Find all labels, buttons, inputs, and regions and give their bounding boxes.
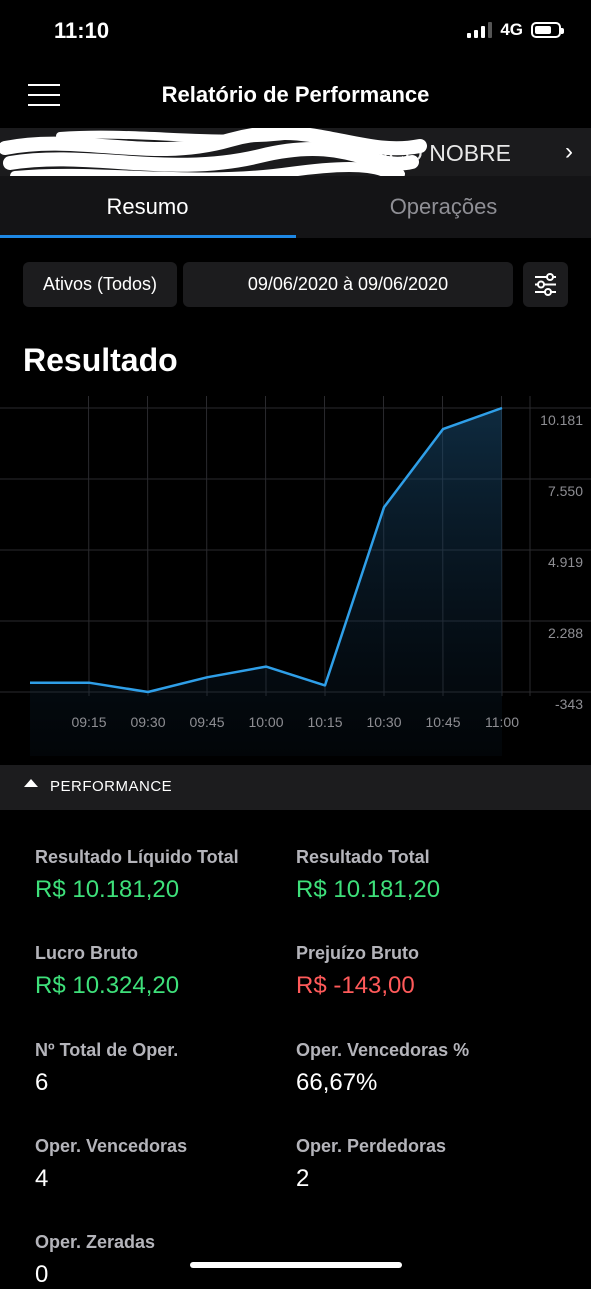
y-tick-label: 4.919 [548, 554, 583, 570]
stat-value: R$ 10.181,20 [35, 876, 180, 903]
stat-value: R$ -143,00 [296, 972, 415, 999]
section-title: Resultado [23, 342, 178, 378]
status-time: 11:10 [54, 18, 110, 43]
stat-label: Resultado Líquido Total [35, 847, 239, 867]
stat-label: Prejuízo Bruto [296, 943, 420, 963]
x-tick-label: 09:45 [189, 714, 224, 730]
grid-line-vertical [324, 396, 326, 697]
x-tick-label: 11:00 [485, 714, 519, 730]
sliders-icon [535, 273, 556, 296]
x-tick-label: 10:00 [248, 714, 283, 730]
stat-label: Nº Total de Oper. [35, 1040, 179, 1060]
stat-label: Resultado Total [296, 847, 430, 867]
signal-icon [467, 22, 493, 38]
status-icons: 4G [467, 20, 564, 40]
x-tick-label: 10:30 [366, 714, 401, 730]
network-type: 4G [500, 20, 523, 39]
y-tick-label: -343 [555, 696, 583, 712]
caret-up-icon [24, 779, 38, 787]
grid-line-vertical [147, 396, 149, 697]
stat-value: 66,67% [296, 1069, 378, 1096]
filter-settings-button[interactable] [523, 262, 568, 307]
active-tab-indicator [0, 235, 296, 238]
stat-value: R$ 10.181,20 [296, 876, 441, 903]
stat-value: R$ 10.324,20 [35, 972, 180, 999]
y-tick-label: 7.550 [548, 483, 583, 499]
y-tick-label: 10.181 [540, 412, 583, 428]
x-tick-label: 10:15 [307, 714, 342, 730]
x-tick-label: 10:45 [425, 714, 460, 730]
stat-value: 2 [296, 1165, 310, 1192]
stat-value: 0 [35, 1261, 49, 1288]
asset-filter-button[interactable]: Ativos (Todos) [23, 262, 177, 307]
stat-label: Oper. Zeradas [35, 1232, 156, 1252]
performance-label: PERFORMANCE [50, 778, 173, 795]
tab-resumo[interactable]: Resumo [0, 176, 295, 238]
stat-value: 4 [35, 1165, 49, 1192]
x-tick-label: 09:30 [130, 714, 165, 730]
y-tick-label: 2.288 [548, 625, 583, 641]
grid-line-vertical [206, 396, 208, 697]
stat-label: Lucro Bruto [35, 943, 138, 963]
stat-value: 6 [35, 1069, 49, 1096]
grid-line-vertical [88, 396, 90, 697]
home-indicator [190, 1262, 402, 1268]
performance-section-toggle[interactable]: PERFORMANCE [0, 765, 591, 810]
stat-label: Oper. Vencedoras [35, 1136, 188, 1156]
date-range-button[interactable]: 09/06/2020 à 09/06/2020 [183, 262, 513, 307]
tab-operacoes[interactable]: Operações [296, 176, 591, 238]
battery-icon [531, 22, 564, 38]
account-selector[interactable]: NCO NOBRE › [0, 128, 591, 183]
chevron-right-icon: › [565, 138, 573, 165]
stat-label: Oper. Vencedoras % [296, 1040, 470, 1060]
stat-label: Oper. Perdedoras [296, 1136, 447, 1156]
tab-bar: Resumo Operações [0, 176, 591, 238]
result-chart: 10.181 7.550 4.919 2.288 -343 09:15 09:30 09:4… [0, 396, 591, 756]
grid-line-vertical [265, 396, 267, 697]
x-tick-label: 09:15 [71, 714, 106, 730]
page-title: Relatório de Performance [161, 82, 430, 107]
